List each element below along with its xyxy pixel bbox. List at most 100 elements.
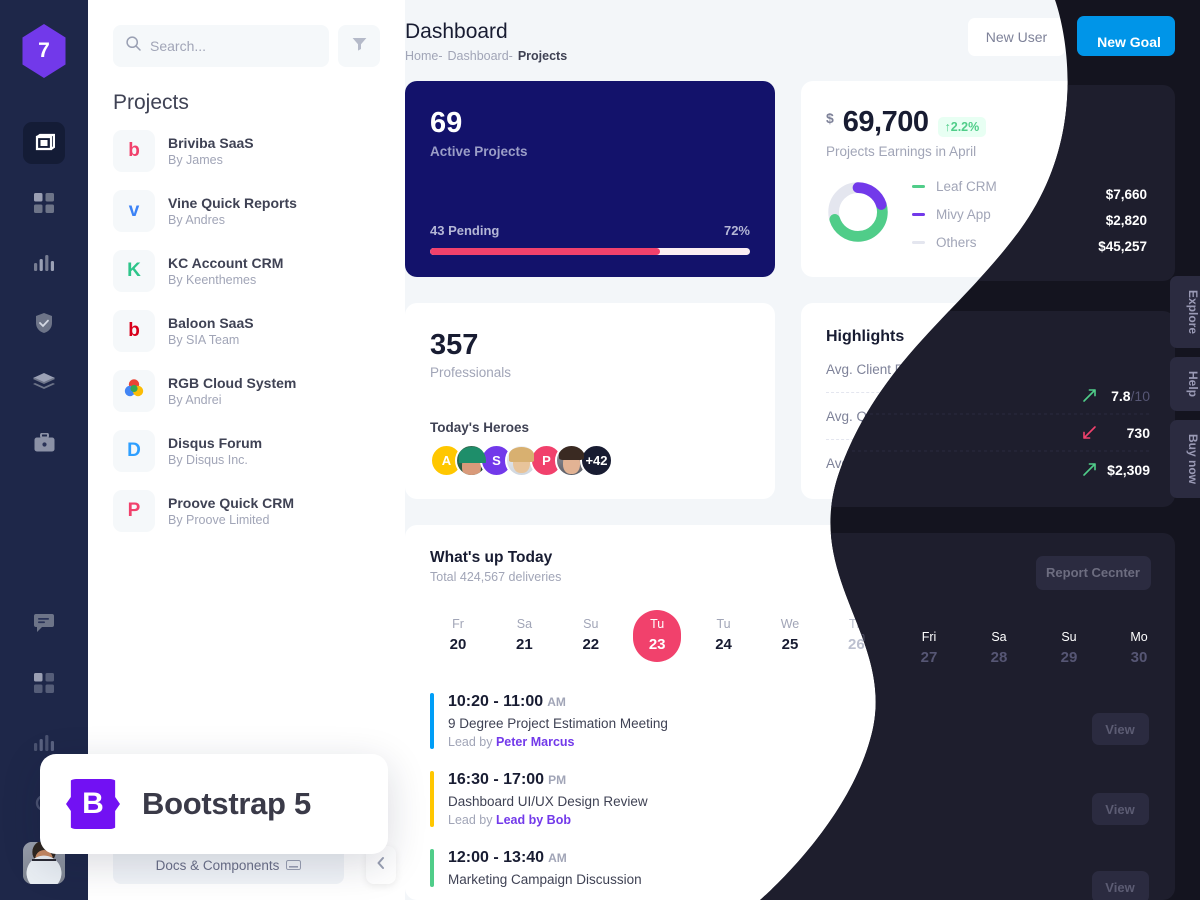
sidebar-item-chat[interactable] [23,602,65,644]
stat-cards-grid: 69 Active Projects 43 Pending 72% $ 69,7… [405,63,1200,499]
search-icon [126,36,141,56]
side-tab-buy-now[interactable]: Buy now [1170,420,1200,499]
earnings-amount-row: $ 69,700 ↑2.2% [826,106,1151,139]
project-logo-glyph: P [127,500,141,521]
day-cell[interactable]: Tu 24 [700,610,748,662]
legend-row: Leaf CRM $7,660 [912,179,1151,194]
event-lead-name[interactable]: Lead by Bob [496,813,571,827]
list-item[interactable]: D Disqus Forum By Disqus Inc. [113,421,380,481]
highlight-value-group: 730 [1106,407,1151,425]
new-goal-button[interactable]: New Goal [1075,18,1175,56]
day-cell[interactable]: Sa 21 [500,610,548,662]
day-cell-selected[interactable]: Tu 23 [633,610,682,662]
earnings-delta-badge: ↑2.2% [937,117,987,137]
project-name: Disqus Forum [168,434,263,451]
highlight-value-group: $2,309 [1086,454,1151,472]
event-name: Marketing Campaign Discussion [448,872,642,887]
event-time-range: 10:20 - 11:00 [448,693,544,710]
list-item: 12:00 - 13:40 AM Marketing Campaign Discu… [430,840,1150,900]
project-logo-glyph: K [127,260,141,281]
list-item[interactable]: RGB Cloud System By Andrei [113,361,380,421]
highlight-number: 7.8 [1112,361,1132,377]
sidebar-item-business[interactable] [23,422,65,464]
currency-symbol: $ [826,110,834,126]
sidebar-item-stats[interactable] [23,242,65,284]
event-text: 16:30 - 17:00 PM Dashboard UI/UX Design R… [448,771,648,827]
day-cell[interactable]: Mo 30 [1098,610,1146,662]
event-time-range: 12:00 - 13:40 [448,849,545,866]
avatar-initial: P [542,453,551,468]
new-user-button[interactable]: New User [967,18,1066,56]
highlight-value-group: 7.8/10 [1090,360,1151,378]
highlight-number: 730 [1127,408,1151,424]
project-owner: By Keenthemes [168,272,257,287]
list-item[interactable]: K KC Account CRM By Keenthemes [113,241,380,301]
project-text: RGB Cloud System By Andrei [168,374,296,409]
project-text: KC Account CRM By Keenthemes [168,254,283,289]
trend-down-icon [1106,407,1119,425]
heroes-avatar-stack: A S P +42 [430,444,750,477]
view-button[interactable]: View [1086,851,1150,885]
sidebar-item-dashboard[interactable] [23,122,65,164]
search-box[interactable] [113,25,329,67]
breadcrumb-item-projects: Projects [517,49,568,63]
sidebar-item-security[interactable] [23,302,65,344]
chart-legend: Leaf CRM $7,660 Mivy App $2,820 Others $… [912,179,1151,250]
breadcrumb: Home- Dashboard- Projects [405,49,567,63]
list-item[interactable]: P Proove Quick CRM By Proove Limited [113,481,380,541]
chat-icon [34,613,54,633]
avatar-overflow-count[interactable]: +42 [580,444,613,477]
bootstrap-badge[interactable]: B Bootstrap 5 [40,754,388,854]
day-cell[interactable]: We 25 [766,610,814,662]
day-picker: Fr 20 Sa 21 Su 22 Tu 23 Tu 24 We 25 Th 26 Fri 27… [430,610,1150,662]
whats-up-today-card: What's up Today Total 424,567 deliveries… [405,525,1175,900]
legend-dash-icon [912,241,925,244]
sidebar-item-apps-2[interactable] [23,662,65,704]
day-cell[interactable]: Fr 20 [434,610,482,662]
event-lead-name[interactable]: Peter Marcus [496,735,575,749]
legend-label: Others [936,235,977,250]
project-logo: v [113,190,155,232]
legend-value: $7,660 [1109,179,1151,194]
active-projects-card: 69 Active Projects 43 Pending 72% [405,81,775,277]
search-input[interactable] [150,38,316,54]
whats-up-header: What's up Today Total 424,567 deliveries… [430,549,1150,584]
day-cell[interactable]: Th 26 [832,610,880,662]
brand-logo[interactable]: 7 [22,24,66,78]
list-item[interactable]: b Baloon SaaS By SIA Team [113,301,380,361]
breadcrumb-item-home[interactable]: Home- [405,49,443,63]
filter-icon [352,37,367,56]
list-item[interactable]: v Vine Quick Reports By Andres [113,181,380,241]
day-cell[interactable]: Fri 27 [899,610,947,662]
day-name: Tu [716,617,731,631]
search-row [88,0,405,67]
google-cloud-icon [123,377,145,405]
filter-button[interactable] [338,25,380,67]
sidebar-item-layers[interactable] [23,362,65,404]
side-tab-help[interactable]: Help [1170,357,1200,412]
active-projects-label: Active Projects [430,144,528,159]
day-cell[interactable]: Sa 28 [965,610,1013,662]
pending-label: 43 Pending [430,223,500,238]
sidebar-nav-top [23,122,65,464]
day-cell[interactable]: Su 22 [567,610,615,662]
view-button[interactable]: View [1086,782,1150,816]
day-cell[interactable]: Su 29 [1032,610,1080,662]
project-logo: K [113,250,155,292]
report-center-button[interactable]: Report Cecnter [1026,549,1150,584]
list-item[interactable]: b Briviba SaaS By James [113,121,380,181]
highlight-label: Avg. Client Rating [826,361,934,377]
sidebar-item-apps[interactable] [23,182,65,224]
progress-labels: 43 Pending 72% [430,223,750,238]
shield-check-icon [34,312,54,334]
breadcrumb-item-dashboard[interactable]: Dashboard- [448,49,513,63]
brand-logo-text: 7 [38,39,50,62]
project-text: Vine Quick Reports By Andres [168,194,297,229]
event-list: 10:20 - 11:00 AM 9 Degree Project Estimat… [430,684,1150,900]
day-name: Tu [650,617,665,631]
view-button[interactable]: View [1086,704,1150,738]
day-number: 30 [1113,636,1131,653]
side-tab-explore[interactable]: Explore [1170,276,1200,349]
project-owner: By James [168,152,223,167]
project-name: RGB Cloud System [168,374,297,391]
